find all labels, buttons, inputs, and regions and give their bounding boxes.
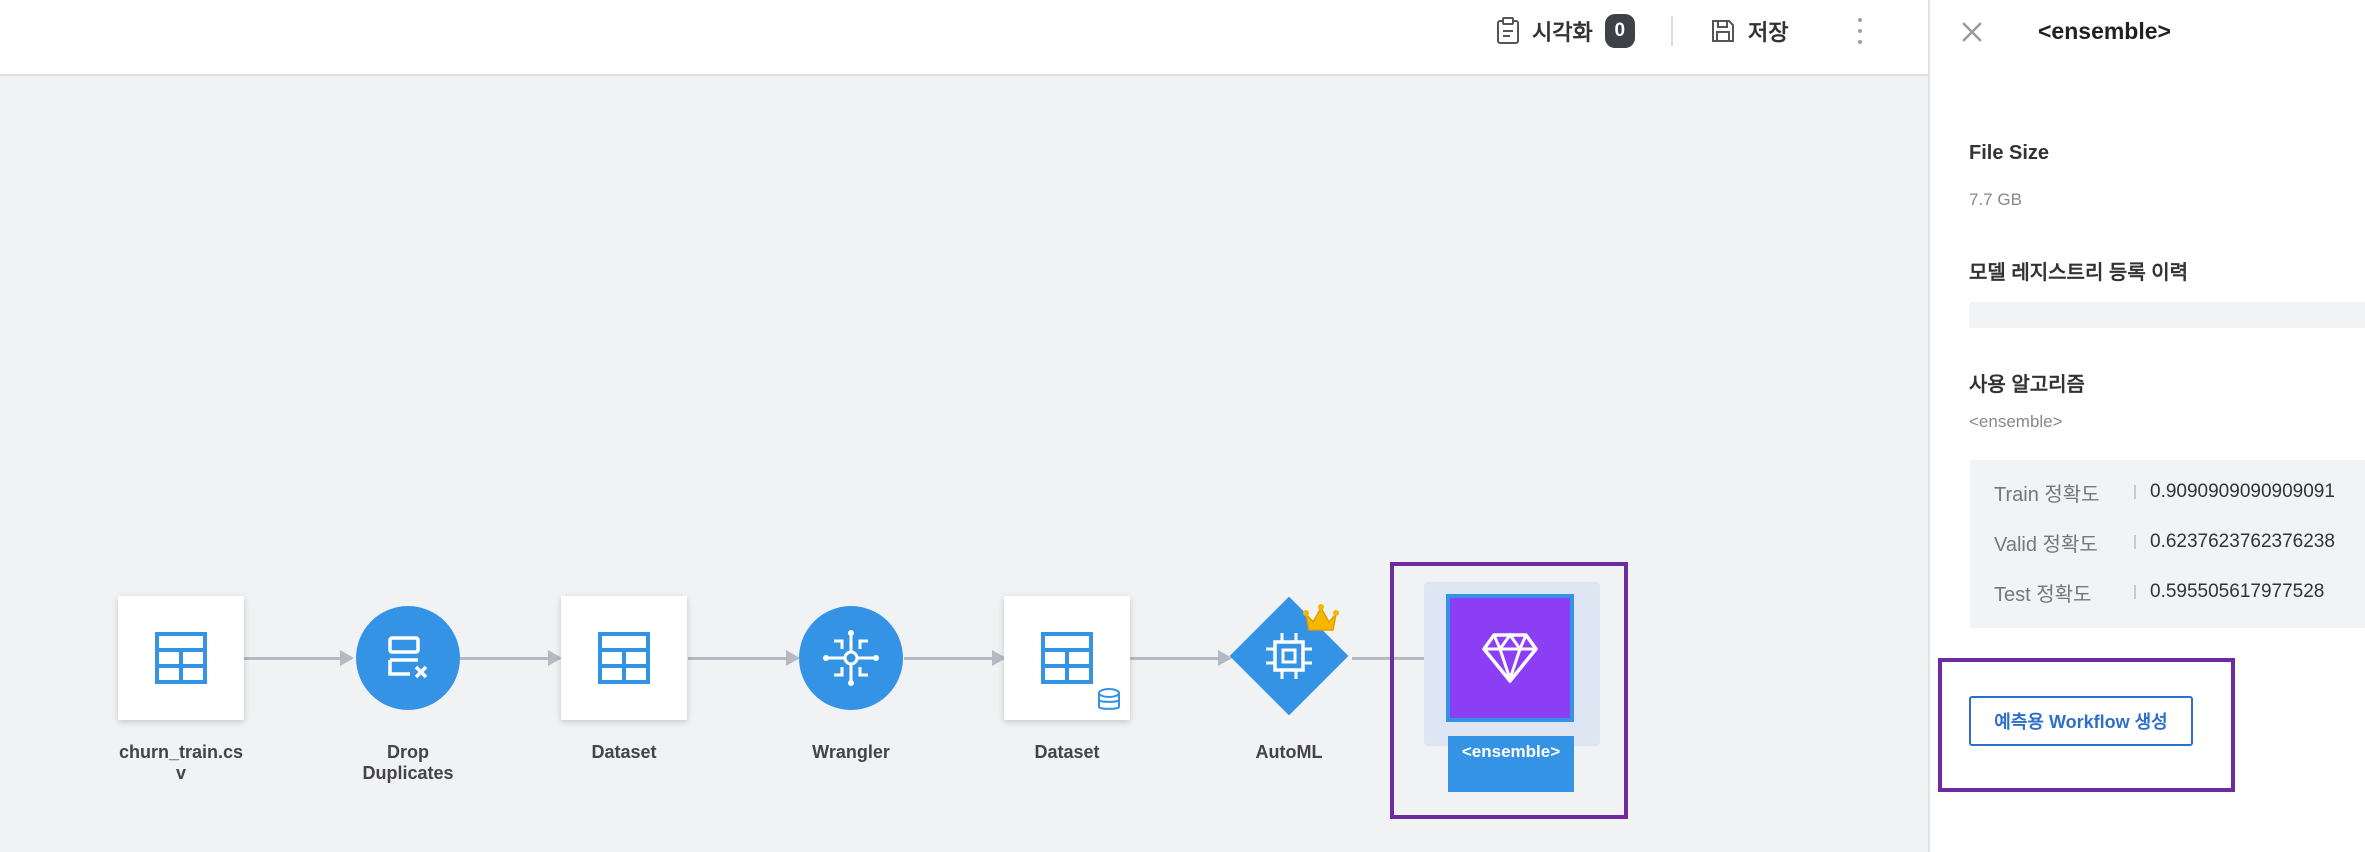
table-icon — [1041, 632, 1093, 684]
algorithm-value: <ensemble> — [1969, 412, 2063, 431]
table-icon — [598, 632, 650, 684]
visualize-label: 시각화 — [1532, 20, 1593, 45]
flow-connector — [460, 650, 562, 666]
crown-icon — [1303, 604, 1339, 631]
save-button[interactable]: 저장 — [1710, 0, 1788, 62]
clipboard-icon — [1497, 17, 1519, 44]
more-options-icon[interactable] — [1848, 14, 1872, 48]
annotation-highlight-box — [1390, 562, 1628, 819]
flow-connector — [242, 650, 354, 666]
registry-history-list — [1969, 302, 2365, 328]
detail-panel: <ensemble> File Size 7.7 GB 모델 레지스트리 등록 … — [1928, 0, 2365, 852]
algorithm-title: 사용 알고리즘 — [1969, 374, 2085, 396]
flow-node-label: AutoML — [1255, 742, 1323, 762]
visualize-button[interactable]: 시각화 0 — [1496, 0, 1635, 62]
metric-row: Test 정확도 0.595505617977528 — [1994, 577, 2324, 607]
table-icon — [155, 632, 207, 684]
panel-title: <ensemble> — [2038, 18, 2171, 44]
flow-node-label: churn_train.cs v — [118, 742, 244, 783]
flow-node-wrangler[interactable] — [799, 606, 903, 710]
workflow-canvas[interactable]: 시각화 0 저장 churn_train.cs v Drop Duplicate… — [0, 0, 1928, 852]
visualize-count-badge: 0 — [1604, 14, 1635, 48]
drop-duplicates-icon — [388, 636, 428, 679]
flow-connector — [904, 650, 1006, 666]
registry-history-title: 모델 레지스트리 등록 이력 — [1969, 262, 2189, 284]
flow-node-dataset[interactable] — [561, 596, 687, 720]
save-label: 저장 — [1748, 20, 1789, 45]
metric-value: 0.9090909090909091 — [2150, 481, 2335, 502]
save-icon — [1712, 20, 1734, 42]
create-prediction-workflow-button[interactable]: 예측용 Workflow 생성 — [1969, 696, 2193, 746]
flow-node-drop-duplicates[interactable] — [356, 606, 460, 710]
metric-name: Train 정확도 — [1994, 483, 2100, 506]
metric-name: Test 정확도 — [1994, 583, 2092, 606]
flow-node-label: Wrangler — [812, 742, 890, 762]
metrics-table: Train 정확도 0.9090909090909091 Valid 정확도 0… — [1970, 460, 2365, 628]
file-size-value: 7.7 GB — [1969, 190, 2022, 209]
chip-icon — [1266, 633, 1312, 679]
workspace-toolbar: 시각화 0 저장 — [0, 0, 1928, 76]
flow-node-label: Dataset — [1034, 742, 1100, 762]
metric-name: Valid 정확도 — [1994, 533, 2098, 556]
flow-node-dataset-db[interactable] — [1004, 596, 1130, 720]
wrangler-icon — [823, 630, 879, 686]
flow-node-label: Drop Duplicates — [362, 742, 454, 783]
toolbar-divider — [1671, 16, 1673, 46]
close-icon[interactable] — [1958, 18, 1986, 46]
flow-node-churn-train[interactable] — [118, 596, 244, 720]
flow-node-label: Dataset — [591, 742, 657, 762]
flow-connector — [688, 650, 800, 666]
database-icon — [1098, 688, 1120, 710]
metric-value: 0.595505617977528 — [2150, 581, 2325, 602]
file-size-title: File Size — [1969, 142, 2050, 164]
metric-row: Train 정확도 0.9090909090909091 — [1994, 477, 2335, 507]
metric-value: 0.6237623762376238 — [2150, 531, 2335, 552]
metric-row: Valid 정확도 0.6237623762376238 — [1994, 527, 2335, 557]
flow-connector — [1130, 650, 1232, 666]
